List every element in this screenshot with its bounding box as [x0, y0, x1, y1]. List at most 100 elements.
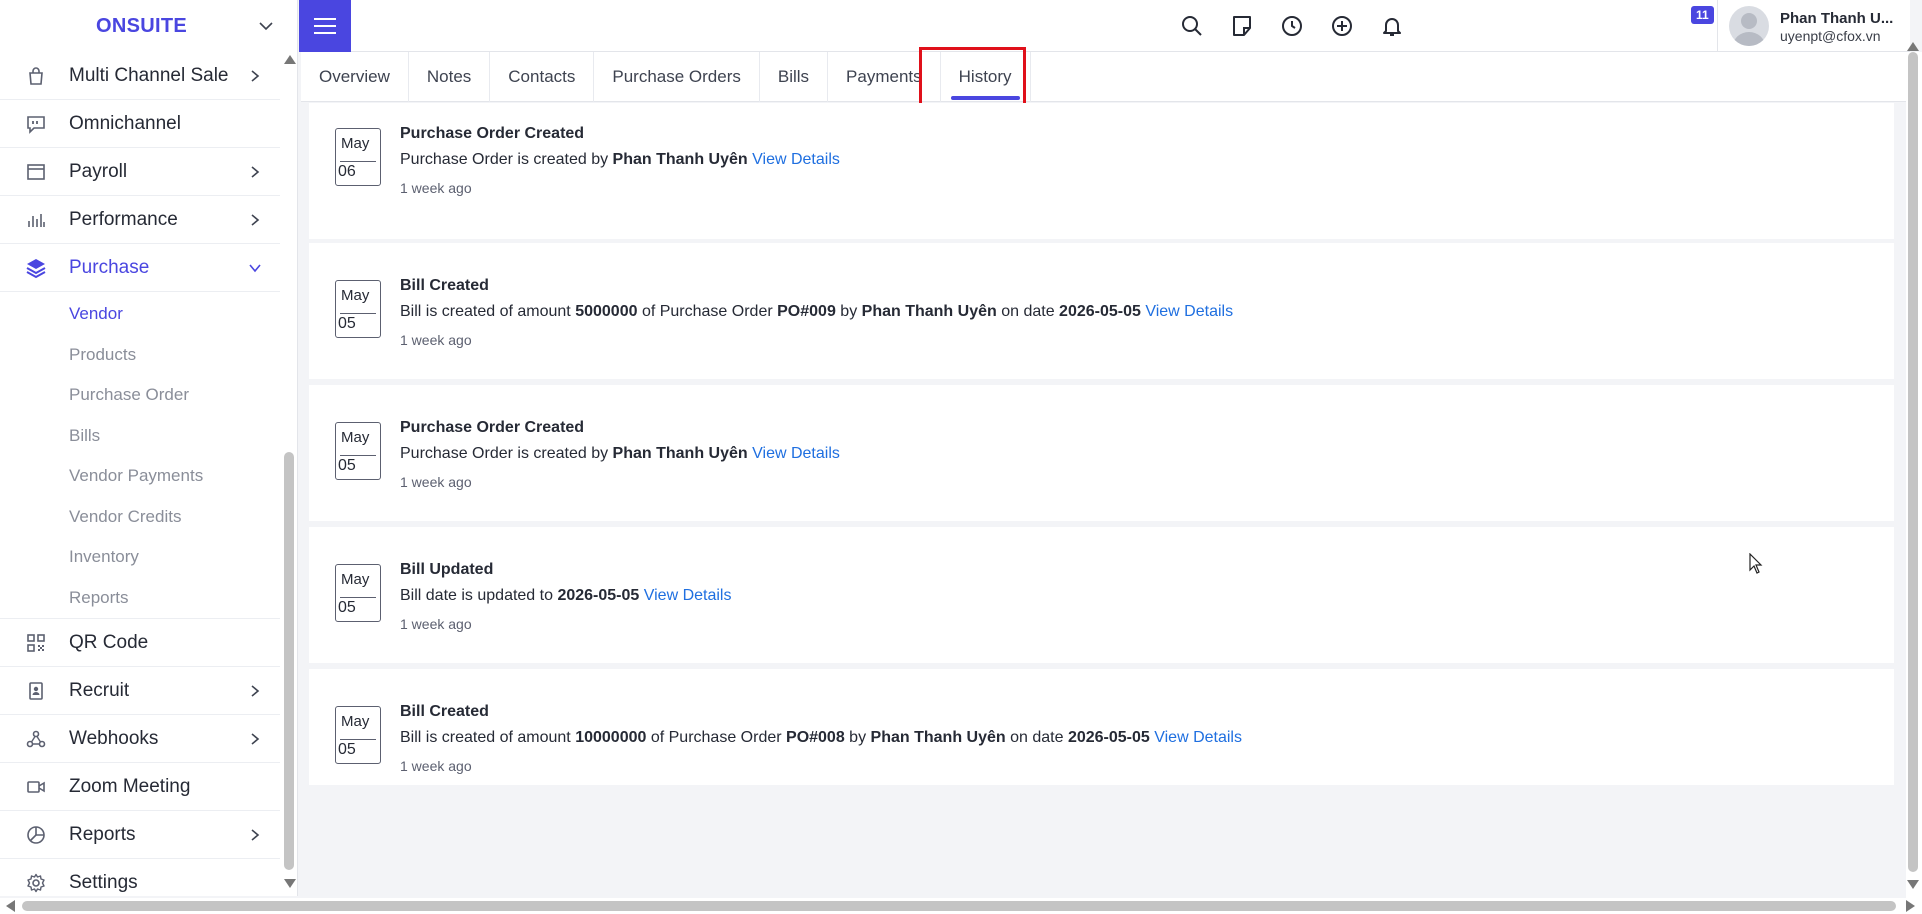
sidebar-item-omnichannel[interactable]: Omnichannel	[0, 100, 280, 148]
chevron-right-icon[interactable]	[248, 684, 262, 698]
date-day: 05	[338, 315, 356, 332]
history-list: May 06 Purchase Order Created Purchase Orde…	[309, 103, 1894, 785]
submenu-item-purchase-order[interactable]: Purchase Order	[0, 375, 280, 416]
view-details-link[interactable]: View Details	[752, 151, 840, 168]
highlighted-value: PO#008	[786, 729, 845, 746]
hamburger-menu-button[interactable]	[299, 0, 351, 52]
sidebar-item-label: Omnichannel	[69, 112, 181, 134]
description-text: Bill is created of amount	[400, 729, 576, 746]
vertical-scrollbar-thumb[interactable]	[1908, 52, 1918, 872]
add-circle-icon[interactable]	[1330, 14, 1354, 38]
sidebar-item-qr-code[interactable]: QR Code	[0, 619, 280, 667]
horizontal-scrollbar-thumb[interactable]	[22, 901, 1896, 911]
avatar[interactable]	[1729, 6, 1769, 46]
history-title: Bill Created	[400, 703, 489, 720]
description-text: on date	[1005, 729, 1068, 746]
clock-icon[interactable]	[1280, 14, 1304, 38]
submenu-item-products[interactable]: Products	[0, 335, 280, 376]
date-badge: May 06	[335, 128, 381, 186]
chevron-right-icon[interactable]	[248, 828, 262, 842]
chevron-right-icon[interactable]	[248, 165, 262, 179]
scroll-right-arrow[interactable]	[1906, 900, 1915, 912]
view-details-link[interactable]: View Details	[644, 587, 732, 604]
history-description: Bill is created of amount 10000000 of Pu…	[400, 729, 1242, 747]
user-email: uyenpt@cfox.vn	[1780, 28, 1881, 44]
history-title: Purchase Order Created	[400, 125, 585, 142]
chevron-right-icon[interactable]	[248, 69, 262, 83]
submenu-item-vendor-credits[interactable]: Vendor Credits	[0, 497, 280, 538]
history-title: Purchase Order Created	[400, 419, 585, 436]
sidebar: ONSUITE Multi Channel Sale Omnichannel Pay…	[0, 0, 298, 907]
description-text: by	[835, 303, 862, 320]
date-badge: May 05	[335, 422, 381, 480]
submenu-item-vendor[interactable]: Vendor	[0, 294, 280, 335]
history-entry: May 05 Purchase Order Created Purchase Orde…	[309, 385, 1894, 521]
relative-time: 1 week ago	[400, 758, 472, 774]
sidebar-item-reports[interactable]: Reports	[0, 811, 280, 859]
submenu-item-vendor-payments[interactable]: Vendor Payments	[0, 456, 280, 497]
sidebar-item-payroll[interactable]: Payroll	[0, 148, 280, 196]
date-month: May	[341, 287, 370, 304]
sidebar-menu: Multi Channel Sale Omnichannel Payroll Perf…	[0, 52, 280, 907]
highlighted-value: Phan Thanh Uyên	[861, 303, 997, 320]
mouse-cursor-icon	[1749, 553, 1763, 574]
sidebar-item-label: Zoom Meeting	[69, 775, 191, 797]
description-text: Bill is created of amount	[400, 303, 576, 320]
chat-quote-icon	[25, 113, 47, 135]
scroll-up-arrow[interactable]	[1907, 42, 1919, 51]
tab-purchase-orders[interactable]: Purchase Orders	[594, 52, 760, 102]
brand[interactable]: ONSUITE	[0, 0, 297, 52]
sidebar-scroll-down-arrow[interactable]	[284, 879, 296, 888]
scroll-left-arrow[interactable]	[6, 900, 15, 912]
submenu-item-inventory[interactable]: Inventory	[0, 537, 280, 578]
search-icon[interactable]	[1180, 14, 1204, 38]
history-title: Bill Created	[400, 277, 489, 294]
divider	[340, 161, 376, 162]
qr-code-icon	[25, 632, 47, 654]
submenu-item-reports[interactable]: Reports	[0, 578, 280, 619]
id-badge-icon	[25, 680, 47, 702]
highlighted-value: 5000000	[575, 303, 638, 320]
hamburger-icon	[314, 18, 336, 34]
sidebar-item-zoom-meeting[interactable]: Zoom Meeting	[0, 763, 280, 811]
divider	[340, 313, 376, 314]
top-bar: 11 Phan Thanh U... uyenpt@cfox.vn	[299, 0, 1910, 52]
chevron-down-icon[interactable]	[248, 261, 262, 275]
view-details-link[interactable]: View Details	[1154, 729, 1242, 746]
chevron-right-icon[interactable]	[248, 213, 262, 227]
sidebar-item-purchase[interactable]: Purchase	[0, 244, 280, 292]
history-entry: May 05 Bill Created Bill is created of amou…	[309, 243, 1894, 379]
divider	[1717, 0, 1718, 52]
sidebar-scroll-up-arrow[interactable]	[284, 55, 296, 64]
user-name[interactable]: Phan Thanh U...	[1780, 10, 1893, 27]
view-details-link[interactable]: View Details	[1145, 303, 1233, 320]
layers-icon	[25, 257, 47, 279]
sidebar-scrollbar-thumb[interactable]	[284, 452, 294, 870]
window-icon	[25, 161, 47, 183]
sidebar-item-label: Purchase	[69, 256, 150, 278]
highlighted-value: Phan Thanh Uyên	[612, 151, 748, 168]
date-month: May	[341, 429, 370, 446]
tab-bills[interactable]: Bills	[760, 52, 829, 102]
tab-overview[interactable]: Overview	[301, 52, 409, 102]
sidebar-item-multi-channel-sale[interactable]: Multi Channel Sale	[0, 52, 280, 100]
chevron-down-icon[interactable]	[258, 18, 274, 34]
bell-icon[interactable]	[1380, 14, 1404, 38]
sidebar-item-performance[interactable]: Performance	[0, 196, 280, 244]
note-icon[interactable]	[1230, 14, 1254, 38]
submenu-item-bills[interactable]: Bills	[0, 416, 280, 457]
history-description: Bill is created of amount 5000000 of Pur…	[400, 303, 1233, 321]
tab-notes[interactable]: Notes	[409, 52, 491, 102]
chevron-right-icon[interactable]	[248, 732, 262, 746]
description-text: Bill date is updated to	[400, 587, 558, 604]
history-entry: May 06 Purchase Order Created Purchase Orde…	[309, 103, 1894, 239]
sidebar-item-webhooks[interactable]: Webhooks	[0, 715, 280, 763]
highlighted-value: 2026-05-05	[557, 587, 640, 604]
date-badge: May 05	[335, 280, 381, 338]
sidebar-item-recruit[interactable]: Recruit	[0, 667, 280, 715]
date-badge: May 05	[335, 564, 381, 622]
view-details-link[interactable]: View Details	[752, 445, 840, 462]
date-day: 05	[338, 457, 356, 474]
scroll-down-arrow[interactable]	[1907, 880, 1919, 889]
tab-contacts[interactable]: Contacts	[490, 52, 595, 102]
